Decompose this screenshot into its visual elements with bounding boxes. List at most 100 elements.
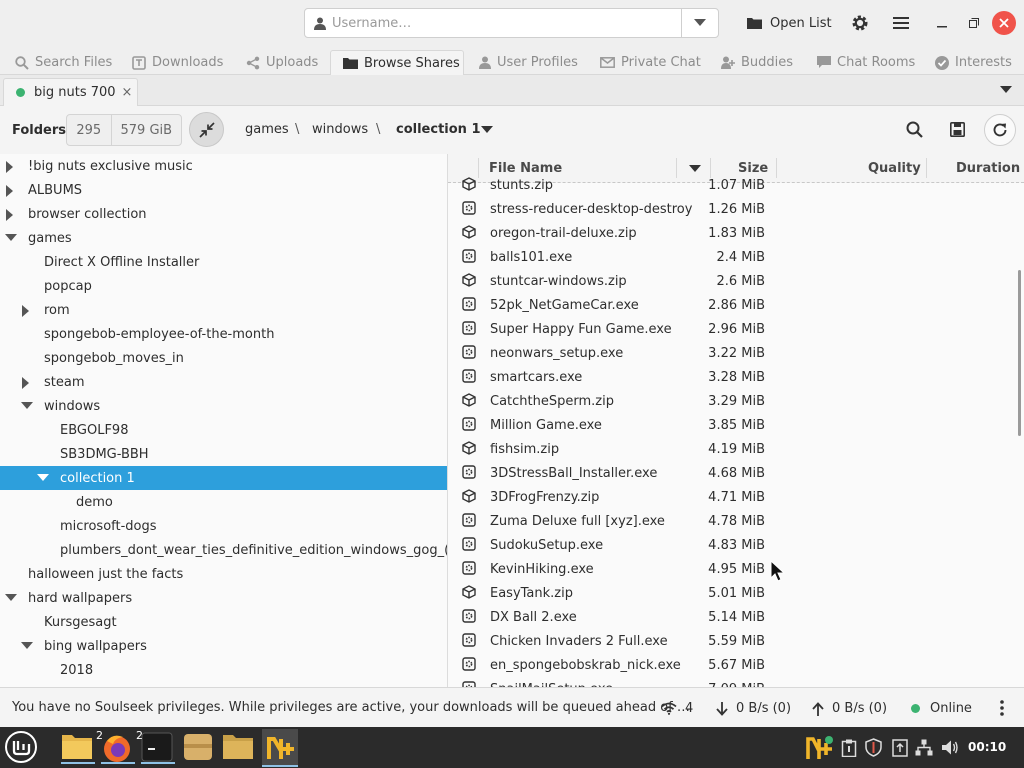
tray-clipboard-icon[interactable]	[841, 739, 857, 757]
file-row[interactable]: EasyTank.zip 5.01 MiB	[448, 581, 1008, 605]
file-row[interactable]: KevinHiking.exe 4.95 MiB	[448, 557, 1008, 581]
open-list-button[interactable]: Open List	[740, 8, 836, 38]
tray-update-icon[interactable]	[892, 739, 908, 757]
taskbar-file-manager[interactable]	[61, 732, 95, 764]
upload-speed-indicator[interactable]: 0 B/s (0)	[812, 701, 887, 716]
tree-row[interactable]: steam	[0, 370, 447, 394]
expander-expanded-icon[interactable]	[5, 233, 17, 243]
file-row[interactable]: neonwars_setup.exe 3.22 MiB	[448, 341, 1008, 365]
tree-row[interactable]: SB3DMG-BBH	[0, 442, 447, 466]
file-list[interactable]: File Name Size Quality Duration stunts.z…	[448, 154, 1024, 687]
tray-volume-icon[interactable]	[941, 739, 959, 756]
file-row[interactable]: 3DStressBall_Installer.exe 4.68 MiB	[448, 461, 1008, 485]
file-row[interactable]: fishsim.zip 4.19 MiB	[448, 437, 1008, 461]
file-row[interactable]: DX Ball 2.exe 5.14 MiB	[448, 605, 1008, 629]
taskbar-terminal[interactable]: 2	[136, 729, 175, 764]
tree-row[interactable]: plumbers_dont_wear_ties_definitive_editi…	[0, 538, 447, 562]
breadcrumb-collection-1[interactable]: collection 1	[396, 122, 481, 137]
file-row[interactable]: smartcars.exe 3.28 MiB	[448, 365, 1008, 389]
sort-descending-icon[interactable]	[689, 165, 701, 173]
breadcrumb-games[interactable]: games	[245, 122, 289, 137]
tab-downloads[interactable]: Downloads	[119, 50, 233, 75]
clock[interactable]: 00:10	[968, 740, 1006, 754]
tray-nicotine-icon[interactable]	[806, 735, 834, 761]
tray-shield-icon[interactable]	[865, 738, 882, 757]
main-menu-button[interactable]	[886, 8, 916, 38]
file-row[interactable]: stuntcar-windows.zip 2.6 MiB	[448, 269, 1008, 293]
file-row[interactable]: SudokuSetup.exe 4.83 MiB	[448, 533, 1008, 557]
tab-user-profiles[interactable]: User Profiles	[466, 50, 588, 75]
minimize-button[interactable]	[930, 8, 954, 38]
connections-indicator[interactable]: 4	[661, 701, 693, 716]
expander-collapsed-icon[interactable]	[21, 377, 31, 389]
expander-expanded-icon[interactable]	[21, 401, 33, 411]
tree-row[interactable]: spongebob_moves_in	[0, 346, 447, 370]
taskbar-firefox[interactable]: 2	[96, 729, 135, 764]
tree-row[interactable]: bing wallpapers	[0, 634, 447, 658]
tree-row[interactable]: 2018	[0, 658, 447, 682]
maximize-button[interactable]	[962, 8, 986, 38]
tree-row[interactable]: Direct X Offline Installer	[0, 250, 447, 274]
search-button[interactable]	[906, 121, 923, 138]
file-row[interactable]: stunts.zip 1.07 MiB	[448, 173, 1008, 197]
tab-private-chat[interactable]: Private Chat	[587, 50, 705, 75]
file-row[interactable]: oregon-trail-deluxe.zip 1.83 MiB	[448, 221, 1008, 245]
tree-row[interactable]: Kursgesagt	[0, 610, 447, 634]
refresh-button[interactable]	[984, 114, 1016, 146]
folder-tree[interactable]: !big nuts exclusive music ALBUMS browser c…	[0, 154, 448, 687]
privileges-message[interactable]: You have no Soulseek privileges. While p…	[12, 700, 690, 715]
file-list-scrollbar[interactable]	[1018, 270, 1021, 436]
settings-button[interactable]	[845, 8, 875, 38]
online-status-button[interactable]: Online	[911, 701, 972, 716]
file-row[interactable]: en_spongebobskrab_nick.exe 5.67 MiB	[448, 653, 1008, 677]
tree-row[interactable]: games	[0, 226, 447, 250]
expander-collapsed-icon[interactable]	[5, 161, 15, 173]
breadcrumb-windows[interactable]: windows	[312, 122, 368, 137]
close-window-button[interactable]	[992, 11, 1016, 35]
file-row[interactable]: 52pk_NetGameCar.exe 2.86 MiB	[448, 293, 1008, 317]
tree-row[interactable]: rom	[0, 298, 447, 322]
file-row[interactable]: balls101.exe 2.4 MiB	[448, 245, 1008, 269]
download-speed-indicator[interactable]: 0 B/s (0)	[716, 701, 791, 716]
username-input[interactable]: Username…	[304, 8, 682, 38]
user-tabs-menu-button[interactable]	[1000, 86, 1012, 94]
tray-network-icon[interactable]	[915, 739, 933, 756]
tree-row[interactable]: microsoft-dogs	[0, 514, 447, 538]
tab-buddies[interactable]: Buddies	[708, 50, 804, 75]
tab-search-files[interactable]: Search Files	[2, 50, 116, 75]
tab-chat-rooms[interactable]: Chat Rooms	[804, 50, 924, 75]
tree-row[interactable]: spongebob-employee-of-the-month	[0, 322, 447, 346]
file-row[interactable]: SnailMailSetup.exe7.09 MiB	[448, 677, 1008, 687]
tab-interests[interactable]: Interests	[922, 50, 1022, 75]
file-row[interactable]: 3DFrogFrenzy.zip 4.71 MiB	[448, 485, 1008, 509]
username-dropdown-button[interactable]	[681, 8, 719, 38]
tab-browse-shares[interactable]: Browse Shares	[330, 50, 464, 76]
tree-row[interactable]: EBGOLF98	[0, 418, 447, 442]
user-tab-big-nuts-700[interactable]: big nuts 700 ×	[3, 78, 138, 106]
tab-uploads[interactable]: Uploads	[233, 50, 331, 75]
taskbar-archive-manager[interactable]	[182, 732, 214, 764]
tree-row[interactable]: demo	[0, 490, 447, 514]
expander-expanded-icon[interactable]	[21, 641, 33, 651]
tree-row[interactable]: !big nuts exclusive music	[0, 154, 447, 178]
expander-collapsed-icon[interactable]	[5, 185, 15, 197]
taskbar-folder[interactable]	[222, 732, 254, 764]
file-row[interactable]: Chicken Invaders 2 Full.exe 5.59 MiB	[448, 629, 1008, 653]
file-row[interactable]: Super Happy Fun Game.exe 2.96 MiB	[448, 317, 1008, 341]
tree-row[interactable]: halloween just the facts	[0, 562, 447, 586]
taskbar-nicotine[interactable]	[262, 729, 298, 767]
breadcrumb-dropdown-button[interactable]	[481, 126, 493, 134]
file-row[interactable]: Zuma Deluxe full [xyz].exe 4.78 MiB	[448, 509, 1008, 533]
tree-row[interactable]: browser collection	[0, 202, 447, 226]
tree-row[interactable]: hard wallpapers	[0, 586, 447, 610]
tree-row[interactable]: windows	[0, 394, 447, 418]
close-tab-button[interactable]: ×	[122, 85, 133, 100]
expander-collapsed-icon[interactable]	[5, 209, 15, 221]
file-row[interactable]: stress-reducer-desktop-destroy 1.26 MiB	[448, 197, 1008, 221]
file-row[interactable]: CatchtheSperm.zip 3.29 MiB	[448, 389, 1008, 413]
save-button[interactable]	[950, 122, 965, 137]
expander-expanded-icon[interactable]	[37, 473, 49, 483]
status-menu-button[interactable]	[1000, 700, 1004, 716]
expander-expanded-icon[interactable]	[5, 593, 17, 603]
file-row[interactable]: Million Game.exe 3.85 MiB	[448, 413, 1008, 437]
